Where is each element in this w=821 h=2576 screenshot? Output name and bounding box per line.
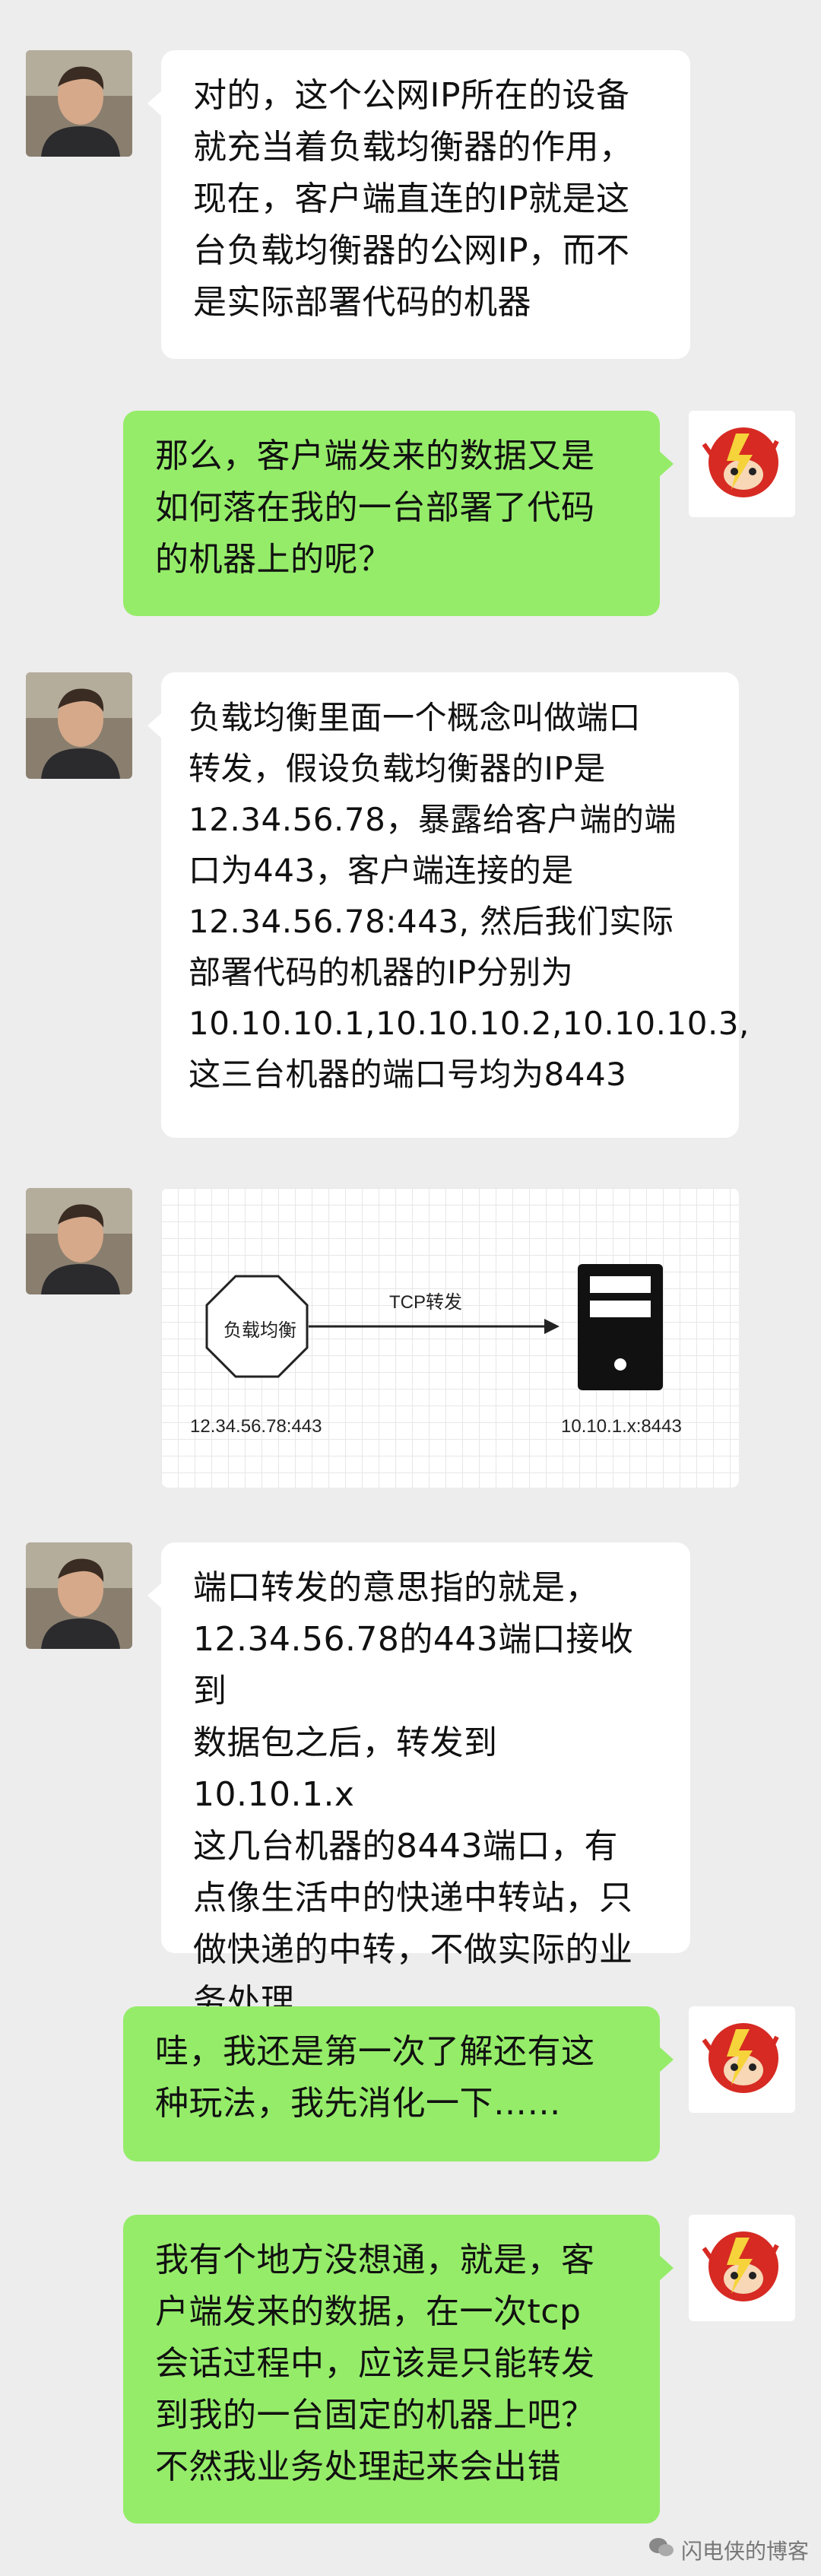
avatar-other[interactable]: [26, 672, 132, 779]
edge-label: TCP转发: [389, 1292, 462, 1313]
forward-arrow-head: [544, 1319, 559, 1334]
avatar-other[interactable]: [26, 1542, 132, 1649]
message-bubble-sent: 我有个地方没想通，就是，客 户端发来的数据，在一次tcp 会话过程中，应该是只能…: [123, 2215, 674, 2524]
diagram-image[interactable]: 负载均衡 TCP转发 12.34.56.78:443 10.10.1.x:844…: [161, 1188, 739, 1488]
avatar-self[interactable]: [689, 411, 795, 517]
avatar-self[interactable]: [689, 2006, 795, 2113]
message-bubble-received: 负载均衡里面一个概念叫做端口 转发，假设负载均衡器的IP是 12.34.56.7…: [147, 672, 749, 1138]
avatar-other[interactable]: [26, 50, 132, 157]
avatar-self[interactable]: [689, 2215, 795, 2321]
watermark-text: 闪电侠的博客: [680, 2539, 809, 2564]
node-label: 负载均衡: [223, 1320, 296, 1341]
message-bubble-sent: 哇，我还是第一次了解还有这 种玩法，我先消化一下……: [123, 2006, 674, 2161]
message-bubble-sent: 那么，客户端发来的数据又是 如何落在我的一台部署了代码 的机器上的呢？: [123, 411, 674, 616]
target-ip-label: 10.10.1.x:8443: [561, 1416, 682, 1437]
avatar-other[interactable]: [26, 1188, 132, 1294]
source-ip-label: 12.34.56.78:443: [190, 1416, 322, 1437]
message-bubble-received: 端口转发的意思指的就是， 12.34.56.78的443端口接收到 数据包之后，…: [147, 1542, 690, 2021]
server-icon: [578, 1264, 663, 1390]
wechat-icon: [648, 2536, 675, 2565]
message-bubble-received: 对的，这个公网IP所在的设备 就充当着负载均衡器的作用， 现在，客户端直连的IP…: [147, 50, 690, 359]
watermark: 闪电侠的博客: [648, 2535, 809, 2565]
